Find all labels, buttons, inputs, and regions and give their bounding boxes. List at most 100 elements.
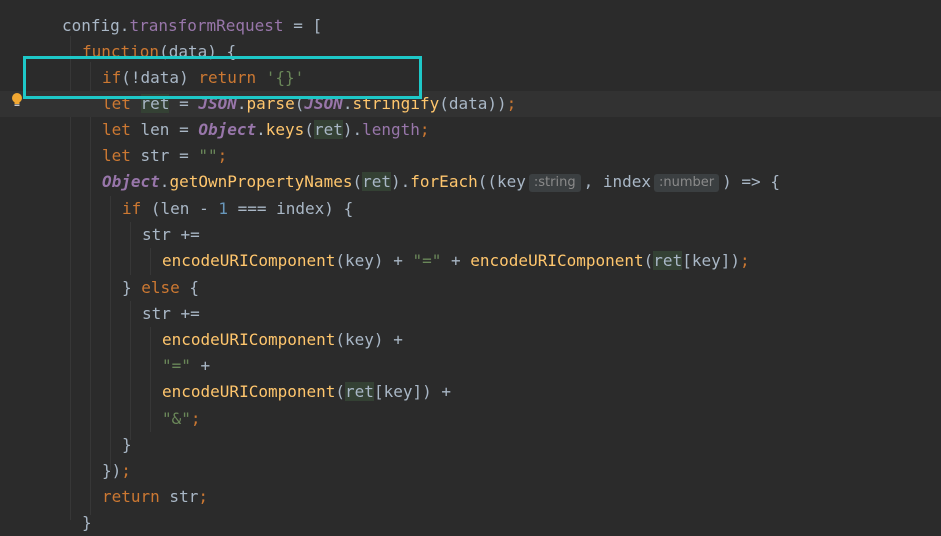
code-token: keys — [265, 120, 305, 139]
code-line-text: let str = ""; — [102, 143, 227, 169]
code-token: } — [82, 513, 92, 532]
code-token: ) => { — [722, 172, 780, 191]
code-token: ret — [345, 382, 374, 401]
code-token: transformRequest — [129, 16, 284, 35]
code-line-text: } — [122, 432, 132, 458]
code-token: else — [141, 278, 180, 297]
code-line[interactable]: str += — [0, 222, 941, 248]
code-line[interactable]: } — [0, 510, 941, 536]
code-token: ret — [313, 120, 343, 139]
code-token: + — [441, 251, 471, 270]
code-token: === index) { — [227, 199, 354, 218]
code-token: ; — [506, 94, 517, 113]
code-token: Object — [198, 120, 257, 139]
code-line[interactable]: } — [0, 432, 941, 458]
code-token: [key]) + — [373, 382, 451, 401]
code-token: ((key — [477, 172, 526, 191]
code-line[interactable]: config.transformRequest = [ — [0, 13, 941, 39]
code-line[interactable]: "=" + — [0, 353, 941, 379]
code-token: len = — [130, 120, 199, 139]
code-token: ; — [190, 409, 201, 428]
lightbulb-icon[interactable] — [11, 92, 23, 108]
code-token: (key) + — [335, 251, 413, 270]
code-line-text: let len = Object.keys(ret).length; — [102, 117, 430, 143]
code-line-text: "&"; — [162, 406, 201, 432]
code-token: ret — [362, 172, 392, 191]
code-token: return — [102, 487, 160, 506]
code-token: str — [159, 487, 199, 506]
code-token: [key]) — [682, 251, 740, 270]
code-token: ; — [740, 251, 750, 270]
code-token: let — [102, 146, 131, 165]
code-line-text: if (len - 1 === index) { — [122, 196, 353, 222]
code-line[interactable]: "&"; — [0, 406, 941, 432]
code-token: . — [256, 120, 266, 139]
code-token: } — [122, 435, 132, 454]
code-token: ret — [653, 251, 683, 270]
code-token: ; — [198, 487, 208, 506]
code-line[interactable]: let len = Object.keys(ret).length; — [0, 117, 941, 143]
code-token: = [ — [283, 16, 323, 35]
code-token: Object — [102, 172, 160, 191]
code-token: getOwnPropertyNames — [169, 172, 353, 191]
code-token: ). — [342, 120, 363, 139]
code-line-text: }); — [102, 458, 131, 484]
code-editor[interactable]: config.transformRequest = [function(data… — [0, 0, 941, 534]
code-token: { — [179, 278, 200, 297]
code-token: } — [122, 278, 142, 297]
code-line-text: "=" + — [162, 353, 210, 379]
code-token: "" — [198, 146, 218, 165]
code-token: ; — [217, 146, 228, 165]
code-token: ( — [304, 120, 314, 139]
code-token: ; — [121, 461, 131, 480]
code-token: str = — [130, 146, 199, 165]
code-line[interactable]: if (len - 1 === index) { — [0, 196, 941, 222]
type-hint: :number — [654, 174, 720, 192]
code-line-text: encodeURIComponent(key) + "=" + encodeUR… — [162, 248, 750, 274]
code-line-text: encodeURIComponent(ret[key]) + — [162, 379, 451, 405]
code-token: encodeURIComponent — [162, 330, 336, 349]
code-token: 1 — [218, 199, 228, 218]
code-token: encodeURIComponent — [162, 382, 336, 401]
code-line-text: return str; — [102, 484, 208, 510]
code-token: , index — [583, 172, 652, 191]
code-token: (key) + — [335, 330, 403, 349]
code-token: let — [102, 120, 131, 139]
code-token: . — [159, 172, 170, 191]
code-token: . — [119, 16, 130, 35]
code-line[interactable]: str += — [0, 301, 941, 327]
code-line[interactable]: } else { — [0, 275, 941, 301]
code-line[interactable]: Object.getOwnPropertyNames(ret).forEach(… — [0, 169, 941, 195]
code-line[interactable]: }); — [0, 458, 941, 484]
code-token: + — [190, 356, 211, 375]
code-token: ( — [335, 382, 346, 401]
code-line-text: str += — [142, 301, 200, 327]
code-token: config — [62, 16, 120, 35]
code-line[interactable]: encodeURIComponent(key) + — [0, 327, 941, 353]
code-line[interactable]: encodeURIComponent(ret[key]) + — [0, 379, 941, 405]
annotation-highlight-box — [23, 56, 422, 99]
code-token: length — [362, 120, 420, 139]
code-token: (len - — [141, 199, 219, 218]
code-token: "=" — [162, 356, 191, 375]
code-token: forEach — [410, 172, 478, 191]
code-line[interactable]: encodeURIComponent(key) + "=" + encodeUR… — [0, 248, 941, 274]
code-line[interactable]: let str = ""; — [0, 143, 941, 169]
code-token: (data)) — [439, 94, 507, 113]
code-line-text: } — [82, 510, 92, 536]
code-line-text: str += — [142, 222, 200, 248]
code-line-text: config.transformRequest = [ — [62, 13, 322, 39]
code-token: encodeURIComponent — [470, 251, 644, 270]
code-line-text: } else { — [122, 275, 199, 301]
code-line[interactable]: return str; — [0, 484, 941, 510]
code-token: ; — [419, 120, 430, 139]
code-token: encodeURIComponent — [162, 251, 336, 270]
code-token: }) — [102, 461, 122, 480]
code-token: ). — [391, 172, 411, 191]
code-token: ( — [352, 172, 363, 191]
code-token: "&" — [162, 409, 191, 428]
code-token: str += — [142, 225, 200, 244]
type-hint: :string — [528, 174, 581, 192]
code-line-text: Object.getOwnPropertyNames(ret).forEach(… — [102, 169, 780, 195]
code-token: "=" — [412, 251, 442, 270]
